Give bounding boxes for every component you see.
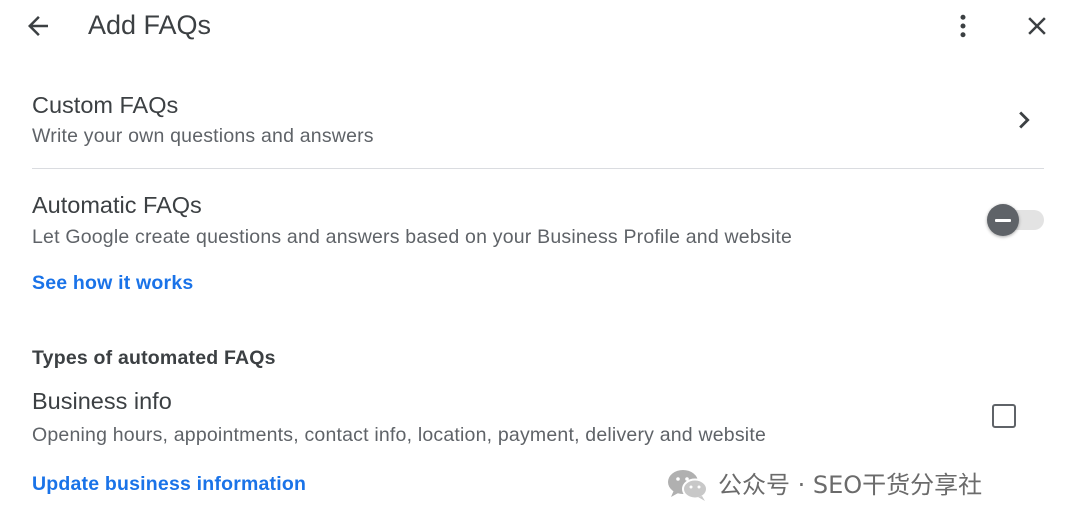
- back-button[interactable]: [18, 6, 58, 46]
- custom-faqs-subtitle: Write your own questions and answers: [32, 125, 374, 147]
- types-heading: Types of automated FAQs: [32, 347, 276, 369]
- close-button[interactable]: [1017, 6, 1057, 46]
- automatic-faqs-title: Automatic FAQs: [32, 192, 202, 218]
- automatic-faqs-toggle[interactable]: [984, 202, 1048, 238]
- custom-faqs-title: Custom FAQs: [32, 92, 179, 118]
- see-how-it-works-link[interactable]: See how it works: [32, 270, 193, 296]
- update-business-info-link[interactable]: Update business information: [32, 471, 306, 497]
- watermark: 公众号 · SEO干货分享社: [666, 468, 982, 502]
- minus-icon: [995, 218, 1011, 222]
- more-options-button[interactable]: [944, 6, 982, 46]
- business-info-subtitle: Opening hours, appointments, contact inf…: [32, 424, 766, 446]
- page-title: Add FAQs: [88, 10, 212, 40]
- watermark-text: 公众号 · SEO干货分享社: [718, 471, 983, 499]
- close-icon: [1028, 17, 1046, 35]
- section-divider: [32, 168, 1044, 169]
- automatic-faqs-subtitle: Let Google create questions and answers …: [32, 226, 793, 248]
- toggle-thumb: [987, 204, 1019, 236]
- custom-faqs-open-button[interactable]: [1006, 100, 1042, 140]
- more-vert-icon: [960, 14, 966, 38]
- business-info-checkbox[interactable]: [992, 404, 1016, 428]
- business-info-title: Business info: [32, 388, 172, 414]
- arrow-back-icon: [28, 16, 48, 36]
- chevron-right-icon: [1019, 111, 1030, 129]
- wechat-icon: [668, 470, 708, 501]
